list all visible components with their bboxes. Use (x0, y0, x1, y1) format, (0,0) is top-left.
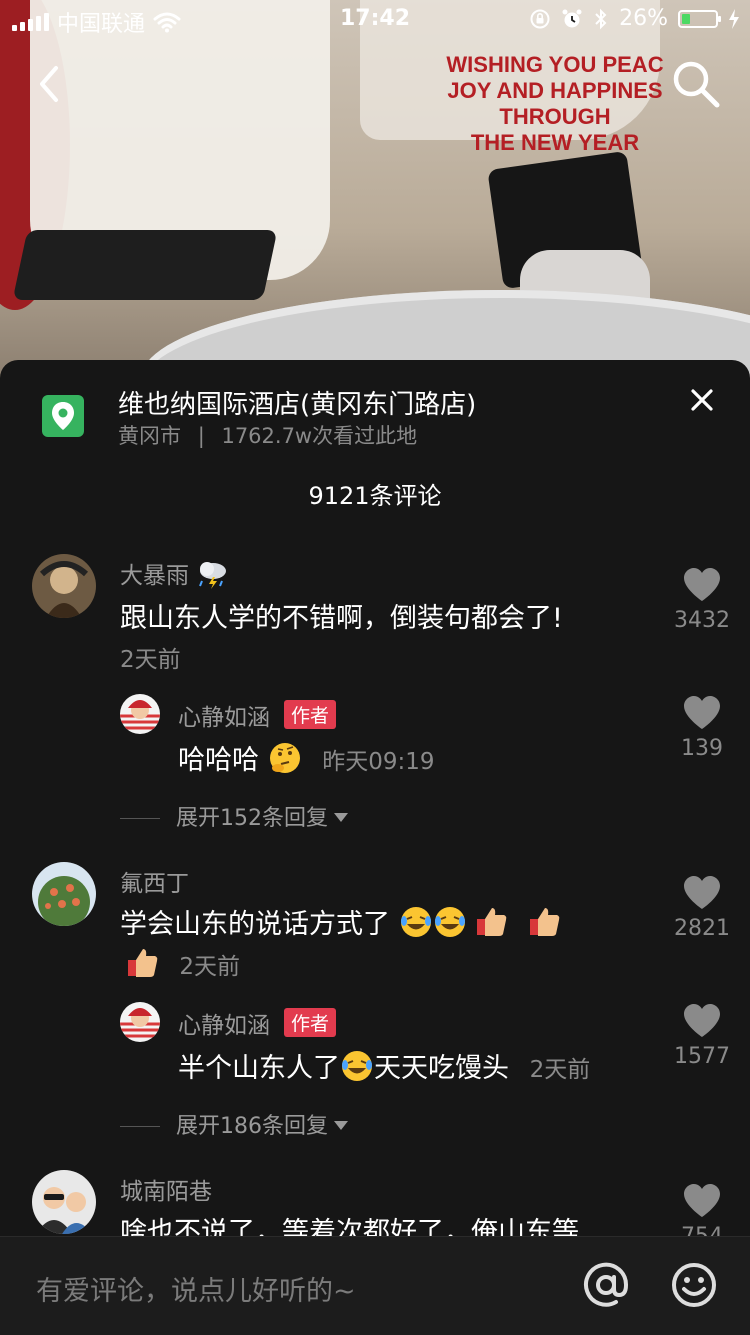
charging-icon (729, 8, 739, 29)
reply-author[interactable]: 心静如涵 作者 (178, 698, 337, 732)
reply-like-button[interactable]: 1577 (662, 1004, 742, 1069)
location-pin-icon (42, 395, 84, 437)
video-dark-board (12, 230, 278, 300)
heart-icon (684, 568, 720, 601)
comment-author-name[interactable]: 氟西丁 (120, 864, 189, 898)
reply-text: 哈哈哈 (178, 745, 259, 776)
rotation-lock-icon (530, 9, 550, 28)
reply-text-line: 哈哈哈 昨天09:19 (178, 738, 434, 777)
like-count: 1577 (674, 1044, 730, 1069)
battery-percent: 26% (619, 6, 668, 31)
location-separator: | (197, 424, 205, 448)
comment-input-bar: 有爱评论，说点儿好听的~ (0, 1236, 750, 1335)
comment-sheet: 维也纳国际酒店(黄冈东门路店) 黄冈市 | 1762.7w次看过此地 9121条… (0, 360, 750, 1240)
emoji-smile-icon[interactable] (670, 1261, 718, 1309)
heart-icon (684, 1184, 720, 1217)
avatar[interactable] (32, 862, 96, 926)
comment-text: 学会山东的说话方式了 (120, 909, 390, 940)
close-icon[interactable] (684, 382, 720, 418)
like-count: 3432 (674, 608, 730, 633)
like-button[interactable]: 754 (662, 1184, 742, 1240)
thinking-emoji-icon (269, 743, 300, 773)
expand-replies-label: 展开152条回复 (176, 806, 328, 831)
mention-at-icon[interactable] (582, 1261, 630, 1309)
author-badge: 作者 (284, 1008, 337, 1037)
reply-text-part: 半个山东人了 (178, 1053, 340, 1084)
video-text-line: THROUGH (499, 104, 611, 129)
laughing-tears-emoji-icon (342, 1051, 372, 1081)
avatar[interactable] (32, 1170, 96, 1234)
search-icon[interactable] (670, 58, 722, 110)
comment-time: 2天前 (179, 954, 240, 980)
comment-text: 跟山东人学的不错啊，倒装句都会了! (120, 603, 563, 634)
video-text-line: JOY AND HAPPINES (447, 78, 663, 103)
video-text-line: THE NEW YEAR (470, 130, 640, 155)
like-count: 2821 (674, 916, 730, 941)
reply-text-line: 半个山东人了 天天吃馒头 2天前 (178, 1046, 590, 1085)
reply-avatar[interactable] (120, 1002, 160, 1042)
back-arrow-icon[interactable] (30, 62, 74, 106)
battery-icon (678, 9, 721, 28)
status-bar: 中国联通 17:42 26% (0, 0, 750, 40)
thumbs-up-emoji-icon (529, 908, 560, 936)
comment-time: 2天前 (120, 647, 181, 673)
expand-replies-button[interactable]: 展开186条回复 (120, 1108, 348, 1140)
alarm-icon (562, 9, 582, 27)
caret-down-icon (334, 1121, 348, 1130)
expand-replies-button[interactable]: 展开152条回复 (120, 800, 348, 832)
comment-time-line: 2天前 (120, 946, 240, 981)
battery-level (682, 13, 690, 24)
author-badge: 作者 (284, 700, 337, 729)
divider-line (120, 818, 160, 819)
location-views: 1762.7w次看过此地 (221, 424, 418, 448)
video-text-line: WISHING YOU PEAC (446, 52, 664, 77)
reply-like-button[interactable]: 139 (662, 696, 742, 761)
heart-icon (684, 1004, 720, 1037)
laughing-tears-emoji-icon (434, 907, 465, 937)
thumbs-up-emoji-icon (477, 908, 507, 936)
reply-time: 2天前 (529, 1057, 591, 1083)
divider-line (120, 1126, 160, 1127)
comment-author-name[interactable]: 城南陌巷 (120, 1172, 212, 1206)
video-overlay-text: WISHING YOU PEAC JOY AND HAPPINES THROUG… (410, 52, 700, 156)
avatar[interactable] (32, 554, 96, 618)
comment-author[interactable]: 大暴雨 (120, 556, 230, 590)
reply-author-name: 心静如涵 (178, 1013, 270, 1039)
reply-author-name: 心静如涵 (178, 705, 270, 731)
laughing-tears-emoji-icon (400, 907, 431, 937)
comment-author-name: 大暴雨 (120, 563, 189, 589)
video-background[interactable]: WISHING YOU PEAC JOY AND HAPPINES THROUG… (0, 0, 750, 380)
location-city: 黄冈市 (118, 424, 181, 448)
like-button[interactable]: 3432 (662, 568, 742, 633)
comment-input[interactable]: 有爱评论，说点儿好听的~ (36, 1269, 356, 1308)
location-card[interactable]: 维也纳国际酒店(黄冈东门路店) 黄冈市 | 1762.7w次看过此地 (0, 360, 750, 470)
reply-time: 昨天09:19 (322, 749, 435, 775)
comments-count: 9121条评论 (308, 482, 442, 510)
thunderstorm-icon (199, 562, 227, 589)
like-button[interactable]: 2821 (662, 876, 742, 941)
heart-icon (684, 696, 720, 729)
bluetooth-icon (595, 8, 607, 29)
expand-replies-label: 展开186条回复 (176, 1114, 328, 1139)
reply-text-part: 天天吃馒头 (374, 1053, 509, 1084)
caret-down-icon (334, 813, 348, 822)
heart-icon (684, 876, 720, 909)
location-title: 维也纳国际酒店(黄冈东门路店) (118, 390, 477, 420)
status-right: 26% (529, 6, 740, 31)
location-subtitle: 黄冈市 | 1762.7w次看过此地 (118, 420, 417, 450)
reply-avatar[interactable] (120, 694, 160, 734)
reply-author[interactable]: 心静如涵 作者 (178, 1006, 337, 1040)
like-count: 139 (681, 736, 723, 761)
thumbs-up-emoji-icon (128, 949, 158, 977)
comment-text-line: 学会山东的说话方式了 (120, 902, 562, 941)
